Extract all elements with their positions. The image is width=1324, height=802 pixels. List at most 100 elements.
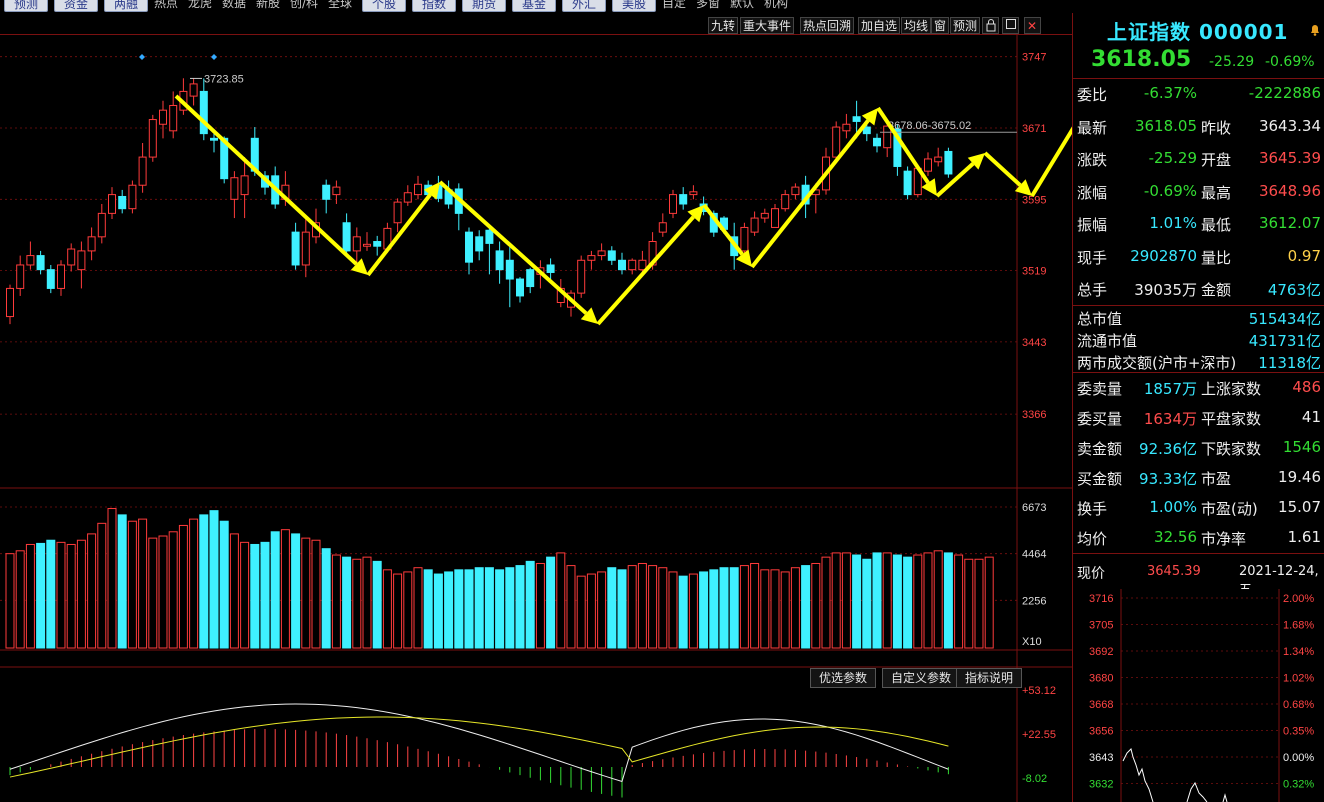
hotspot-review-button[interactable]: 热点回溯: [800, 17, 855, 34]
forecast-button[interactable]: 预测: [950, 17, 981, 34]
nav-item-8[interactable]: 全球: [328, 0, 360, 12]
candle-body: [87, 236, 96, 252]
window-button[interactable]: 窗: [931, 17, 950, 34]
volume-bar: [821, 556, 831, 649]
volume-bar: [566, 565, 576, 649]
nav-item-4[interactable]: 龙虎: [188, 0, 220, 12]
candlestick: [679, 187, 688, 210]
nav-item-5[interactable]: 数据: [222, 0, 254, 12]
candlestick: [393, 198, 402, 233]
candle-body: [169, 104, 178, 132]
preferred-params-button[interactable]: 优选参数: [810, 668, 877, 688]
trend-arrow: [935, 153, 985, 198]
volume-bar: [260, 541, 270, 649]
volume-tick-label: 6673: [1022, 502, 1046, 514]
quote-row: 均价 32.56 市净率 1.61: [1073, 524, 1324, 552]
candlestick: [118, 189, 127, 214]
indicator-help-button[interactable]: 指标说明: [956, 668, 1023, 688]
quote-value: 1546: [1282, 438, 1321, 456]
arrow-shaft: [438, 180, 588, 315]
candle-body: [689, 191, 698, 196]
candlestick: [240, 157, 249, 219]
candlestick: [403, 185, 412, 206]
nav-item-16[interactable]: 多窗: [696, 0, 728, 12]
candle-body: [322, 184, 331, 200]
divider: [1073, 553, 1324, 554]
candle-body: [924, 158, 932, 172]
intraday-right-tick: 1.68%: [1283, 620, 1314, 632]
candle-body: [128, 184, 137, 210]
fullscreen-icon[interactable]: [1002, 17, 1019, 34]
intraday-right-tick: 0.35%: [1283, 726, 1314, 738]
macd-dif-line: [9, 703, 949, 783]
nav-item-17[interactable]: 默认: [730, 0, 762, 12]
nav-item-6[interactable]: 新股: [256, 0, 288, 12]
quote-panel: 上证指数 000001 3618.05 -25.29 -0.69% 委比 -6.…: [1072, 13, 1324, 802]
bell-icon[interactable]: [1309, 23, 1321, 36]
candlestick: [67, 243, 76, 272]
candle-body: [97, 212, 106, 238]
candlestick: [526, 267, 535, 294]
volume-bar: [954, 554, 964, 649]
add-watchlist-button[interactable]: 加自选: [858, 17, 901, 34]
candle-body: [393, 201, 402, 224]
quote-label: 开盘: [1201, 151, 1232, 169]
divider: [1073, 78, 1324, 79]
nav-item-12[interactable]: 基金: [512, 0, 556, 12]
custom-params-button[interactable]: 自定义参数: [882, 668, 961, 688]
volume-bar: [546, 556, 556, 649]
nav-item-9[interactable]: 个股: [362, 0, 406, 12]
candlestick: [138, 143, 147, 193]
macd-tick-label: +53.12: [1022, 685, 1056, 697]
trend-arrow: [438, 180, 598, 324]
quote-row: 涨幅 -0.69% 最高 3648.96: [1073, 178, 1324, 206]
nav-item-10[interactable]: 指数: [412, 0, 456, 12]
candle-body: [46, 269, 55, 289]
quote-label: 委卖量: [1077, 380, 1123, 398]
nav-item-2[interactable]: 两融: [104, 0, 148, 12]
volume-bar: [382, 569, 392, 649]
volume-bar: [423, 569, 433, 649]
nav-item-11[interactable]: 期货: [462, 0, 506, 12]
lock-icon[interactable]: [982, 17, 999, 34]
nav-item-7[interactable]: 创/科: [290, 0, 326, 12]
nav-item-15[interactable]: 自定: [662, 0, 694, 12]
quote-value: 1.00%: [1149, 498, 1197, 516]
nav-item-13[interactable]: 外汇: [562, 0, 606, 12]
moving-average-button[interactable]: 均线: [901, 17, 932, 34]
quote-row: 涨跌 -25.29 开盘 3645.39: [1073, 145, 1324, 173]
nav-item-18[interactable]: 机构: [764, 0, 796, 12]
volume-bar: [464, 569, 474, 649]
trend-arrow: [1030, 126, 1072, 198]
candle-body: [771, 208, 779, 228]
volume-bar: [25, 543, 35, 649]
nine-turn-button[interactable]: 九转: [708, 17, 739, 34]
candle-body: [638, 259, 647, 271]
candle-body: [791, 186, 800, 196]
volume-bar: [495, 569, 505, 649]
candle-body: [210, 137, 218, 141]
nav-item-0[interactable]: 预测: [4, 0, 48, 12]
price-tick-label: 3519: [1022, 266, 1046, 278]
candlestick: [6, 284, 14, 325]
close-icon[interactable]: ✕: [1024, 17, 1041, 34]
volume-bar: [841, 552, 851, 649]
nav-item-1[interactable]: 资金: [54, 0, 98, 12]
volume-bar: [923, 552, 933, 649]
major-events-button[interactable]: 重大事件: [740, 17, 795, 34]
divider: [1073, 372, 1324, 373]
volume-bar: [760, 569, 770, 649]
candlestick: [944, 147, 953, 178]
quote-row: 委比 -6.37% -2222886: [1073, 80, 1324, 108]
price-bar: 3618.05 -25.29 -0.69%: [1073, 45, 1324, 77]
quote-row: 委卖量 1857万 上涨家数 486: [1073, 374, 1324, 402]
candle-body: [108, 194, 116, 214]
volume-bar: [790, 567, 800, 649]
candle-body: [199, 90, 208, 135]
volume-bar: [556, 552, 566, 649]
candle-body: [373, 241, 382, 247]
candle-body: [36, 255, 45, 271]
nav-item-14[interactable]: 美股: [612, 0, 656, 12]
quote-value: 19.46: [1278, 468, 1321, 486]
nav-item-3[interactable]: 热点: [154, 0, 186, 12]
